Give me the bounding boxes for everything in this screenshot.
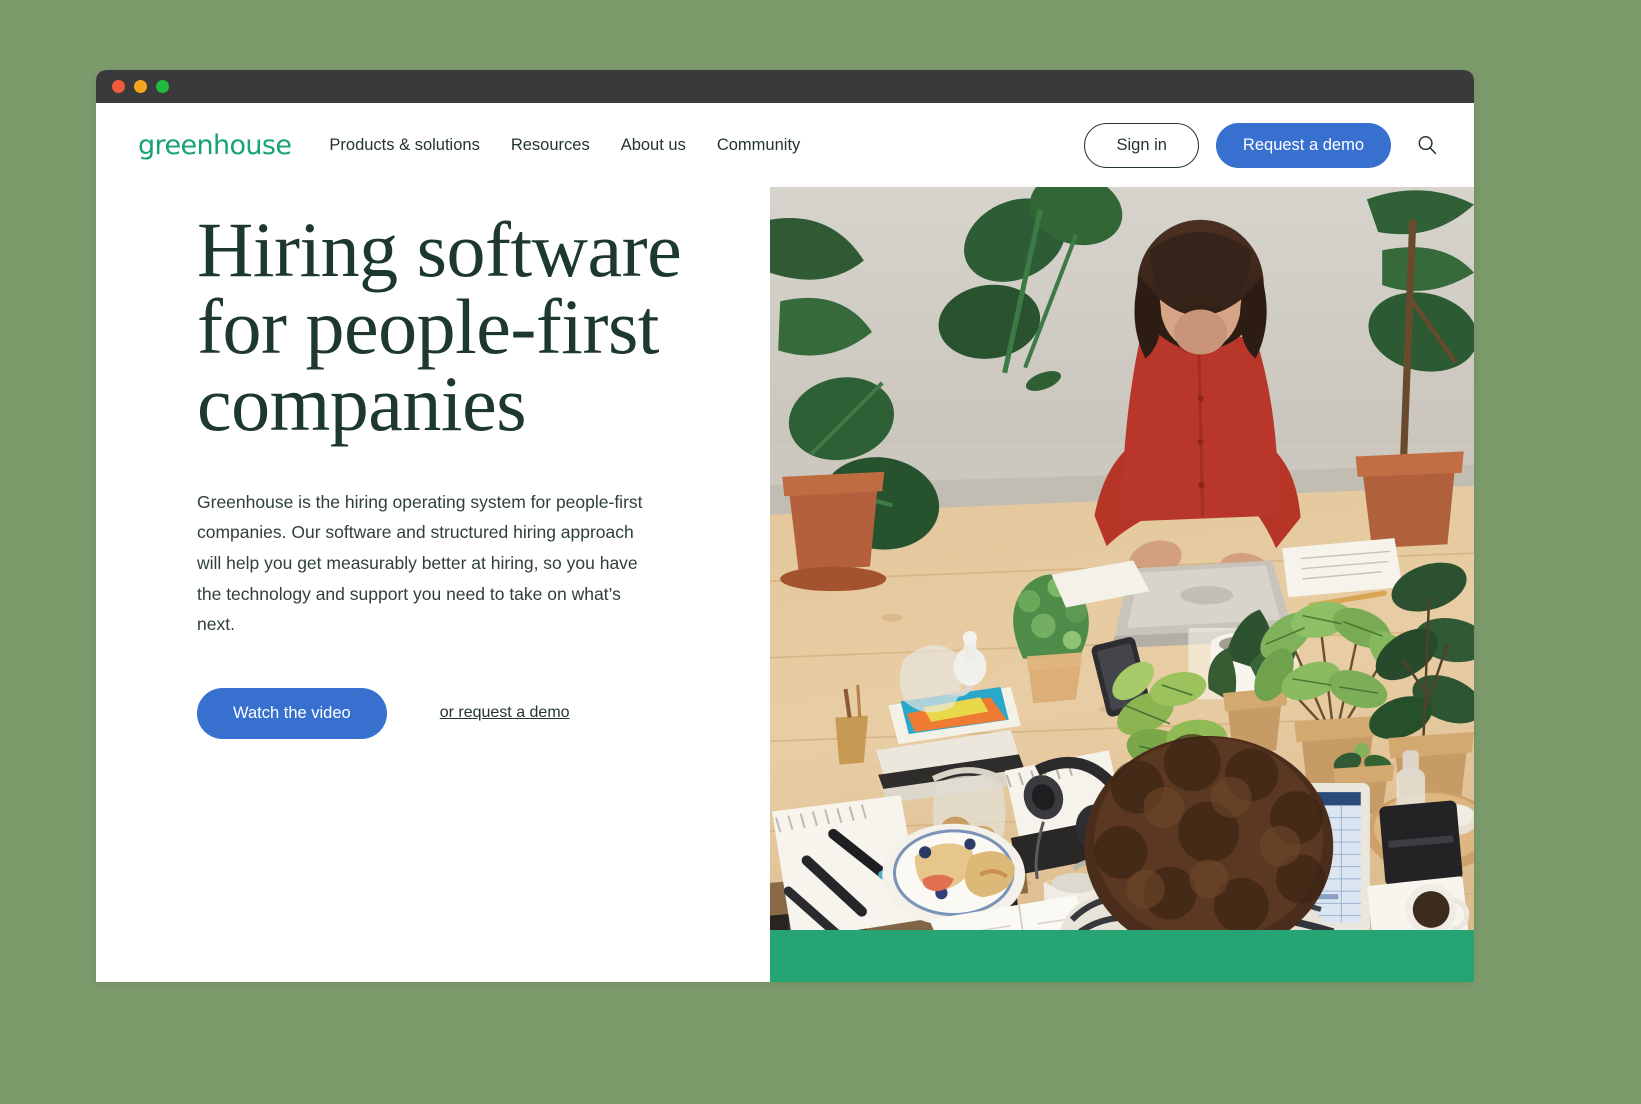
nav-item-resources[interactable]: Resources [511, 136, 590, 155]
hero-section: Hiring software for people-first compani… [96, 187, 1474, 982]
nav-item-products-solutions[interactable]: Products & solutions [329, 136, 479, 155]
request-a-demo-button[interactable]: Request a demo [1215, 122, 1391, 168]
search-icon [1418, 136, 1437, 155]
greenhouse-logo[interactable]: greenhouse [138, 130, 292, 161]
watch-the-video-button[interactable]: Watch the video [197, 687, 387, 739]
close-window-button[interactable] [112, 80, 125, 93]
nav-item-community[interactable]: Community [717, 136, 800, 155]
or-request-a-demo-link[interactable]: or request a demo [440, 704, 570, 722]
window-title-bar [96, 70, 1474, 103]
nav-item-about-us[interactable]: About us [621, 136, 686, 155]
hero-photo [770, 187, 1474, 982]
accent-band [770, 930, 1474, 982]
page-title: Hiring software for people-first compani… [197, 206, 682, 448]
nav-actions: Sign in Request a demo [1084, 122, 1474, 168]
search-button[interactable] [1412, 130, 1442, 160]
hero-cta-group: Watch the video or request a demo [197, 687, 770, 739]
hero-content: Hiring software for people-first compani… [96, 187, 770, 982]
browser-window: greenhouse Products & solutions Resource… [96, 70, 1474, 982]
nav-links: Products & solutions Resources About us … [329, 136, 800, 155]
site-navigation-bar: greenhouse Products & solutions Resource… [96, 103, 1474, 187]
maximize-window-button[interactable] [156, 80, 169, 93]
minimize-window-button[interactable] [134, 80, 147, 93]
sign-in-button[interactable]: Sign in [1084, 122, 1199, 168]
hero-image-container [770, 187, 1474, 982]
hero-description: Greenhouse is the hiring operating syste… [197, 491, 643, 635]
